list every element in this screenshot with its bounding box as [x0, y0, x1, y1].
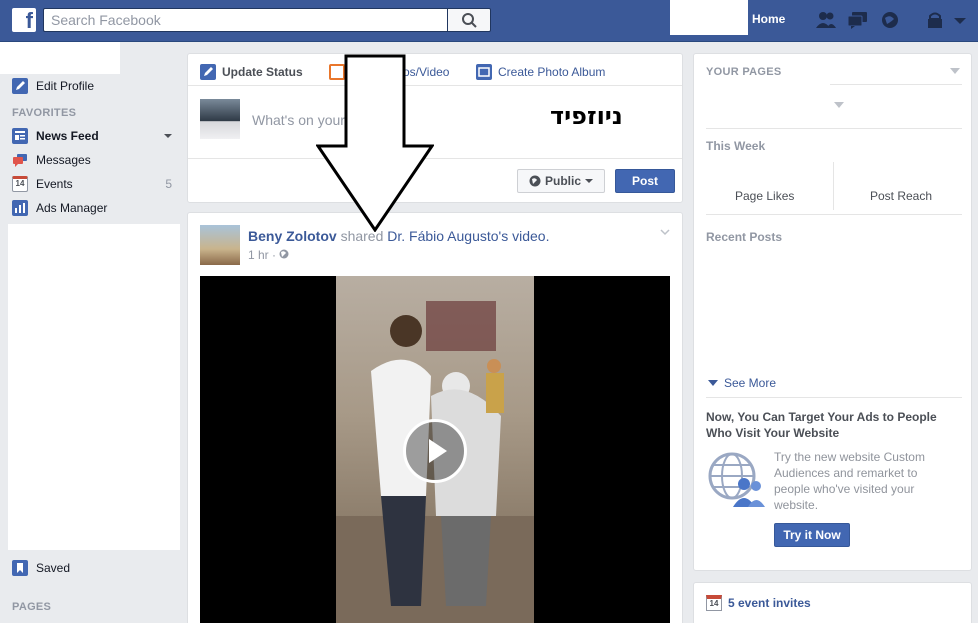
profile-name-redacted[interactable] — [670, 0, 748, 35]
chevron-down-icon — [708, 380, 718, 386]
video-player[interactable] — [200, 276, 670, 623]
post-button[interactable]: Post — [615, 169, 675, 193]
divider — [706, 214, 962, 215]
bookmark-icon — [12, 560, 28, 576]
post-reach-stat[interactable]: Post Reach — [870, 189, 932, 203]
pages-panel: YOUR PAGES This Week Page Likes Post Rea… — [693, 53, 972, 571]
this-week-heading: This Week — [706, 139, 766, 153]
sidebar-item-saved[interactable]: Saved — [12, 559, 70, 577]
pages-heading: PAGES — [12, 601, 52, 613]
globe-icon — [529, 175, 541, 187]
annotation-text: ניוזפיד — [550, 102, 623, 130]
events-panel: 14 5 event invites — [693, 582, 972, 623]
privacy-icon[interactable] — [925, 10, 947, 30]
chevron-down-icon — [585, 179, 593, 183]
sidebar-item-events[interactable]: 14 Events 5 — [12, 175, 172, 193]
play-icon — [429, 439, 447, 463]
news-feed-icon — [12, 128, 28, 144]
see-more-link[interactable]: See More — [708, 376, 776, 390]
home-link[interactable]: Home — [752, 12, 785, 26]
friend-requests-icon[interactable] — [815, 10, 837, 30]
page-likes-stat[interactable]: Page Likes — [735, 189, 794, 203]
events-count-badge: 5 — [165, 177, 172, 191]
tab-update-status[interactable]: Update Status — [200, 64, 303, 80]
story-timestamp: 1 hr · — [248, 248, 289, 262]
timestamp-link[interactable]: 1 hr — [248, 248, 269, 262]
audience-label: Public — [544, 174, 581, 188]
events-icon: 14 — [12, 176, 28, 192]
pencil-icon — [200, 64, 216, 80]
sidebar-redacted-area — [8, 224, 180, 550]
feed-story: Beny Zolotov shared Dr. Fábio Augusto's … — [187, 212, 683, 623]
calendar-icon: 14 — [706, 595, 722, 611]
sidebar-item-ads-manager[interactable]: Ads Manager — [12, 199, 107, 217]
chevron-down-icon[interactable] — [660, 227, 670, 237]
sidebar-item-messages[interactable]: Messages — [12, 151, 91, 169]
ads-manager-icon — [12, 200, 28, 216]
avatar[interactable] — [200, 99, 240, 139]
facebook-logo[interactable]: f — [12, 8, 36, 32]
down-arrow-annotation — [316, 54, 434, 232]
avatar[interactable] — [200, 225, 240, 265]
top-navigation-bar: f Search Facebook Home — [0, 0, 978, 42]
sidebar-item-news-feed[interactable]: News Feed — [12, 127, 172, 145]
search-input[interactable]: Search Facebook — [43, 8, 447, 32]
try-it-now-button[interactable]: Try it Now — [774, 523, 850, 547]
event-invites-link[interactable]: 14 5 event invites — [706, 595, 811, 611]
notifications-icon[interactable] — [879, 10, 901, 30]
see-more-label: See More — [724, 376, 777, 390]
account-menu-icon[interactable] — [952, 10, 968, 30]
event-invites-label: 5 event invites — [728, 596, 811, 610]
messages-icon — [12, 152, 28, 168]
profile-link-redacted[interactable] — [0, 42, 120, 74]
globe-icon — [279, 249, 289, 259]
ad-description: Try the new website Custom Audiences and… — [774, 450, 925, 512]
photo-album-icon — [476, 64, 492, 80]
sidebar-item-label: Messages — [36, 153, 91, 167]
status-composer: Update Status os/Video Create Photo Albu… — [187, 53, 683, 203]
divider — [833, 162, 834, 210]
recent-posts-heading: Recent Posts — [706, 230, 783, 244]
pencil-icon — [12, 78, 28, 94]
edit-profile-label: Edit Profile — [36, 79, 95, 93]
website-audience-icon — [708, 452, 765, 507]
tab-create-photo-album[interactable]: Create Photo Album — [476, 64, 605, 80]
sidebar-item-label: Saved — [36, 561, 71, 575]
tab-label: Create Photo Album — [498, 65, 606, 79]
chevron-down-icon[interactable] — [834, 101, 844, 109]
divider — [706, 128, 962, 129]
chevron-down-icon[interactable] — [950, 67, 960, 75]
divider — [706, 397, 962, 398]
audience-selector[interactable]: Public — [517, 169, 605, 193]
sidebar-item-label: News Feed — [36, 129, 99, 143]
chevron-down-icon[interactable] — [164, 132, 172, 140]
favorites-heading: FAVORITES — [12, 107, 77, 119]
messages-icon[interactable] — [847, 10, 869, 30]
divider — [830, 84, 962, 85]
sidebar-item-label: Events — [36, 177, 73, 191]
search-icon — [462, 13, 477, 28]
divider — [188, 158, 682, 159]
tab-label: Update Status — [222, 65, 303, 79]
edit-profile-link[interactable]: Edit Profile — [12, 77, 94, 95]
play-button[interactable] — [403, 419, 467, 483]
sidebar-item-label: Ads Manager — [36, 201, 108, 215]
search-button[interactable] — [447, 8, 491, 32]
your-pages-heading: YOUR PAGES — [706, 66, 782, 78]
ad-title[interactable]: Now, You Can Target Your Ads to People W… — [706, 409, 956, 441]
divider — [188, 85, 682, 86]
